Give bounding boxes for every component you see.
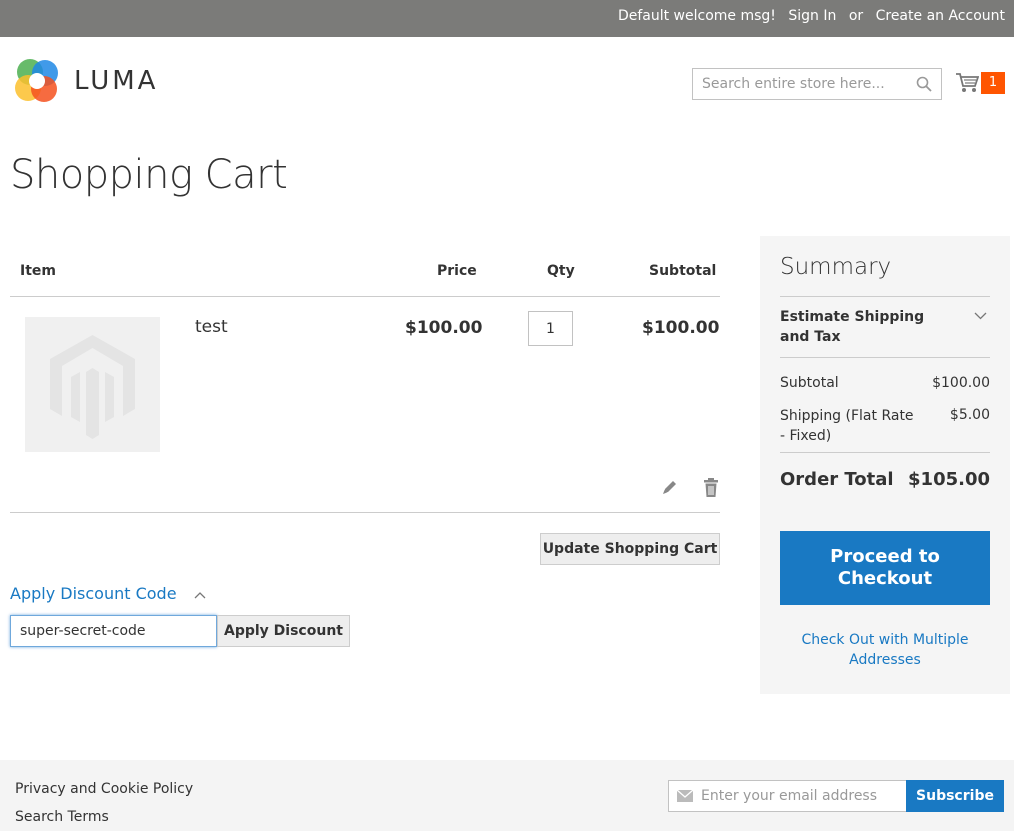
- luma-logo-icon: [15, 59, 58, 102]
- chevron-up-icon: [194, 591, 206, 598]
- order-summary: Summary Estimate Shipping and Tax Subtot…: [760, 236, 1010, 694]
- top-bar: Default welcome msg! Sign In or Create a…: [0, 0, 1014, 37]
- order-total-label: Order Total: [780, 469, 894, 490]
- item-subtotal: $100.00: [642, 318, 720, 338]
- search-input[interactable]: [693, 69, 903, 99]
- search-terms-link[interactable]: Search Terms: [15, 809, 109, 825]
- summary-divider: [780, 296, 990, 297]
- column-header-price: Price: [437, 263, 477, 279]
- column-header-item: Item: [20, 263, 56, 279]
- discount-code-input[interactable]: [10, 615, 217, 647]
- column-header-qty: Qty: [547, 263, 575, 279]
- update-cart-button[interactable]: Update Shopping Cart: [540, 533, 720, 565]
- welcome-message: Default welcome msg!: [617, 8, 776, 24]
- or-text: or: [848, 8, 864, 24]
- sign-in-link[interactable]: Sign In: [788, 8, 836, 24]
- page-title: Shopping Cart: [10, 152, 288, 198]
- header-links: Default welcome msg! Sign In or Create a…: [610, 8, 1005, 24]
- column-header-subtotal: Subtotal: [649, 263, 717, 279]
- row-divider: [10, 512, 720, 513]
- cart-icon[interactable]: [955, 72, 979, 94]
- discount-title: Apply Discount Code: [10, 584, 177, 603]
- subscribe-button[interactable]: Subscribe: [906, 780, 1004, 812]
- estimate-shipping-toggle[interactable]: Estimate Shipping and Tax: [780, 307, 945, 347]
- search-box: [692, 68, 942, 100]
- subtotal-label: Subtotal: [780, 375, 839, 391]
- summary-title: Summary: [780, 254, 892, 280]
- discount-toggle[interactable]: Apply Discount Code: [10, 584, 206, 603]
- shipping-label: Shipping (Flat Rate - Fixed): [780, 408, 914, 444]
- apply-discount-button[interactable]: Apply Discount: [217, 615, 350, 647]
- chevron-down-icon[interactable]: [974, 312, 987, 320]
- subtotal-value: $100.00: [932, 375, 990, 391]
- summary-divider: [780, 452, 990, 453]
- search-icon[interactable]: [916, 76, 932, 92]
- create-account-link[interactable]: Create an Account: [876, 8, 1005, 24]
- privacy-policy-link[interactable]: Privacy and Cookie Policy: [15, 781, 193, 797]
- multiple-addresses-link[interactable]: Check Out with Multiple Addresses: [780, 630, 990, 670]
- footer: Privacy and Cookie Policy Search Terms S…: [0, 760, 1014, 831]
- table-divider: [10, 296, 720, 297]
- newsletter-field: [668, 780, 907, 812]
- mail-icon: [677, 790, 693, 802]
- logo-text: LUMA: [74, 66, 159, 96]
- product-image[interactable]: [25, 317, 160, 452]
- magento-placeholder-icon: [50, 335, 135, 439]
- summary-divider: [780, 357, 990, 358]
- proceed-to-checkout-button[interactable]: Proceed to Checkout: [780, 531, 990, 605]
- edit-pencil-icon[interactable]: [661, 478, 679, 496]
- item-price: $100.00: [405, 318, 483, 338]
- cart-count-badge[interactable]: 1: [981, 72, 1005, 94]
- trash-icon[interactable]: [702, 478, 720, 498]
- order-total-value: $105.00: [908, 469, 990, 490]
- shipping-value: $5.00: [949, 407, 990, 423]
- newsletter-email-input[interactable]: [701, 781, 901, 811]
- product-name-link[interactable]: test: [195, 317, 228, 337]
- qty-input[interactable]: [528, 311, 573, 346]
